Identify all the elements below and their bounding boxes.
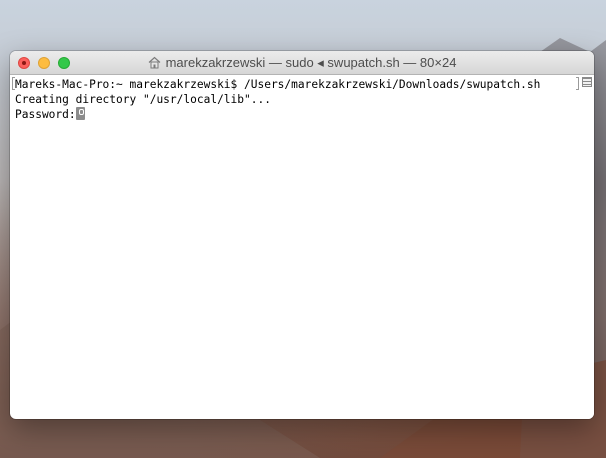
window-title-text: marekzakrzewski — sudo ◂ swupatch.sh — 8… <box>165 54 457 70</box>
terminal-line: Creating directory "/usr/local/lib"... <box>15 93 271 106</box>
home-folder-icon <box>148 56 160 69</box>
password-prompt: Password: <box>15 108 76 121</box>
terminal-output[interactable]: Mareks-Mac-Pro:~ marekzakrzewski$ /Users… <box>10 75 580 419</box>
terminal-line-password: Password: <box>15 107 580 122</box>
vertical-scrollbar[interactable] <box>580 75 594 419</box>
key-cursor-icon[interactable] <box>75 107 85 120</box>
window-title: marekzakrzewski — sudo ◂ swupatch.sh — 8… <box>10 51 594 74</box>
window-titlebar[interactable]: marekzakrzewski — sudo ◂ swupatch.sh — 8… <box>10 51 594 75</box>
terminal-window[interactable]: marekzakrzewski — sudo ◂ swupatch.sh — 8… <box>10 51 594 419</box>
terminal-line: Mareks-Mac-Pro:~ marekzakrzewski$ /Users… <box>15 78 541 91</box>
split-view-icon[interactable] <box>582 77 592 87</box>
